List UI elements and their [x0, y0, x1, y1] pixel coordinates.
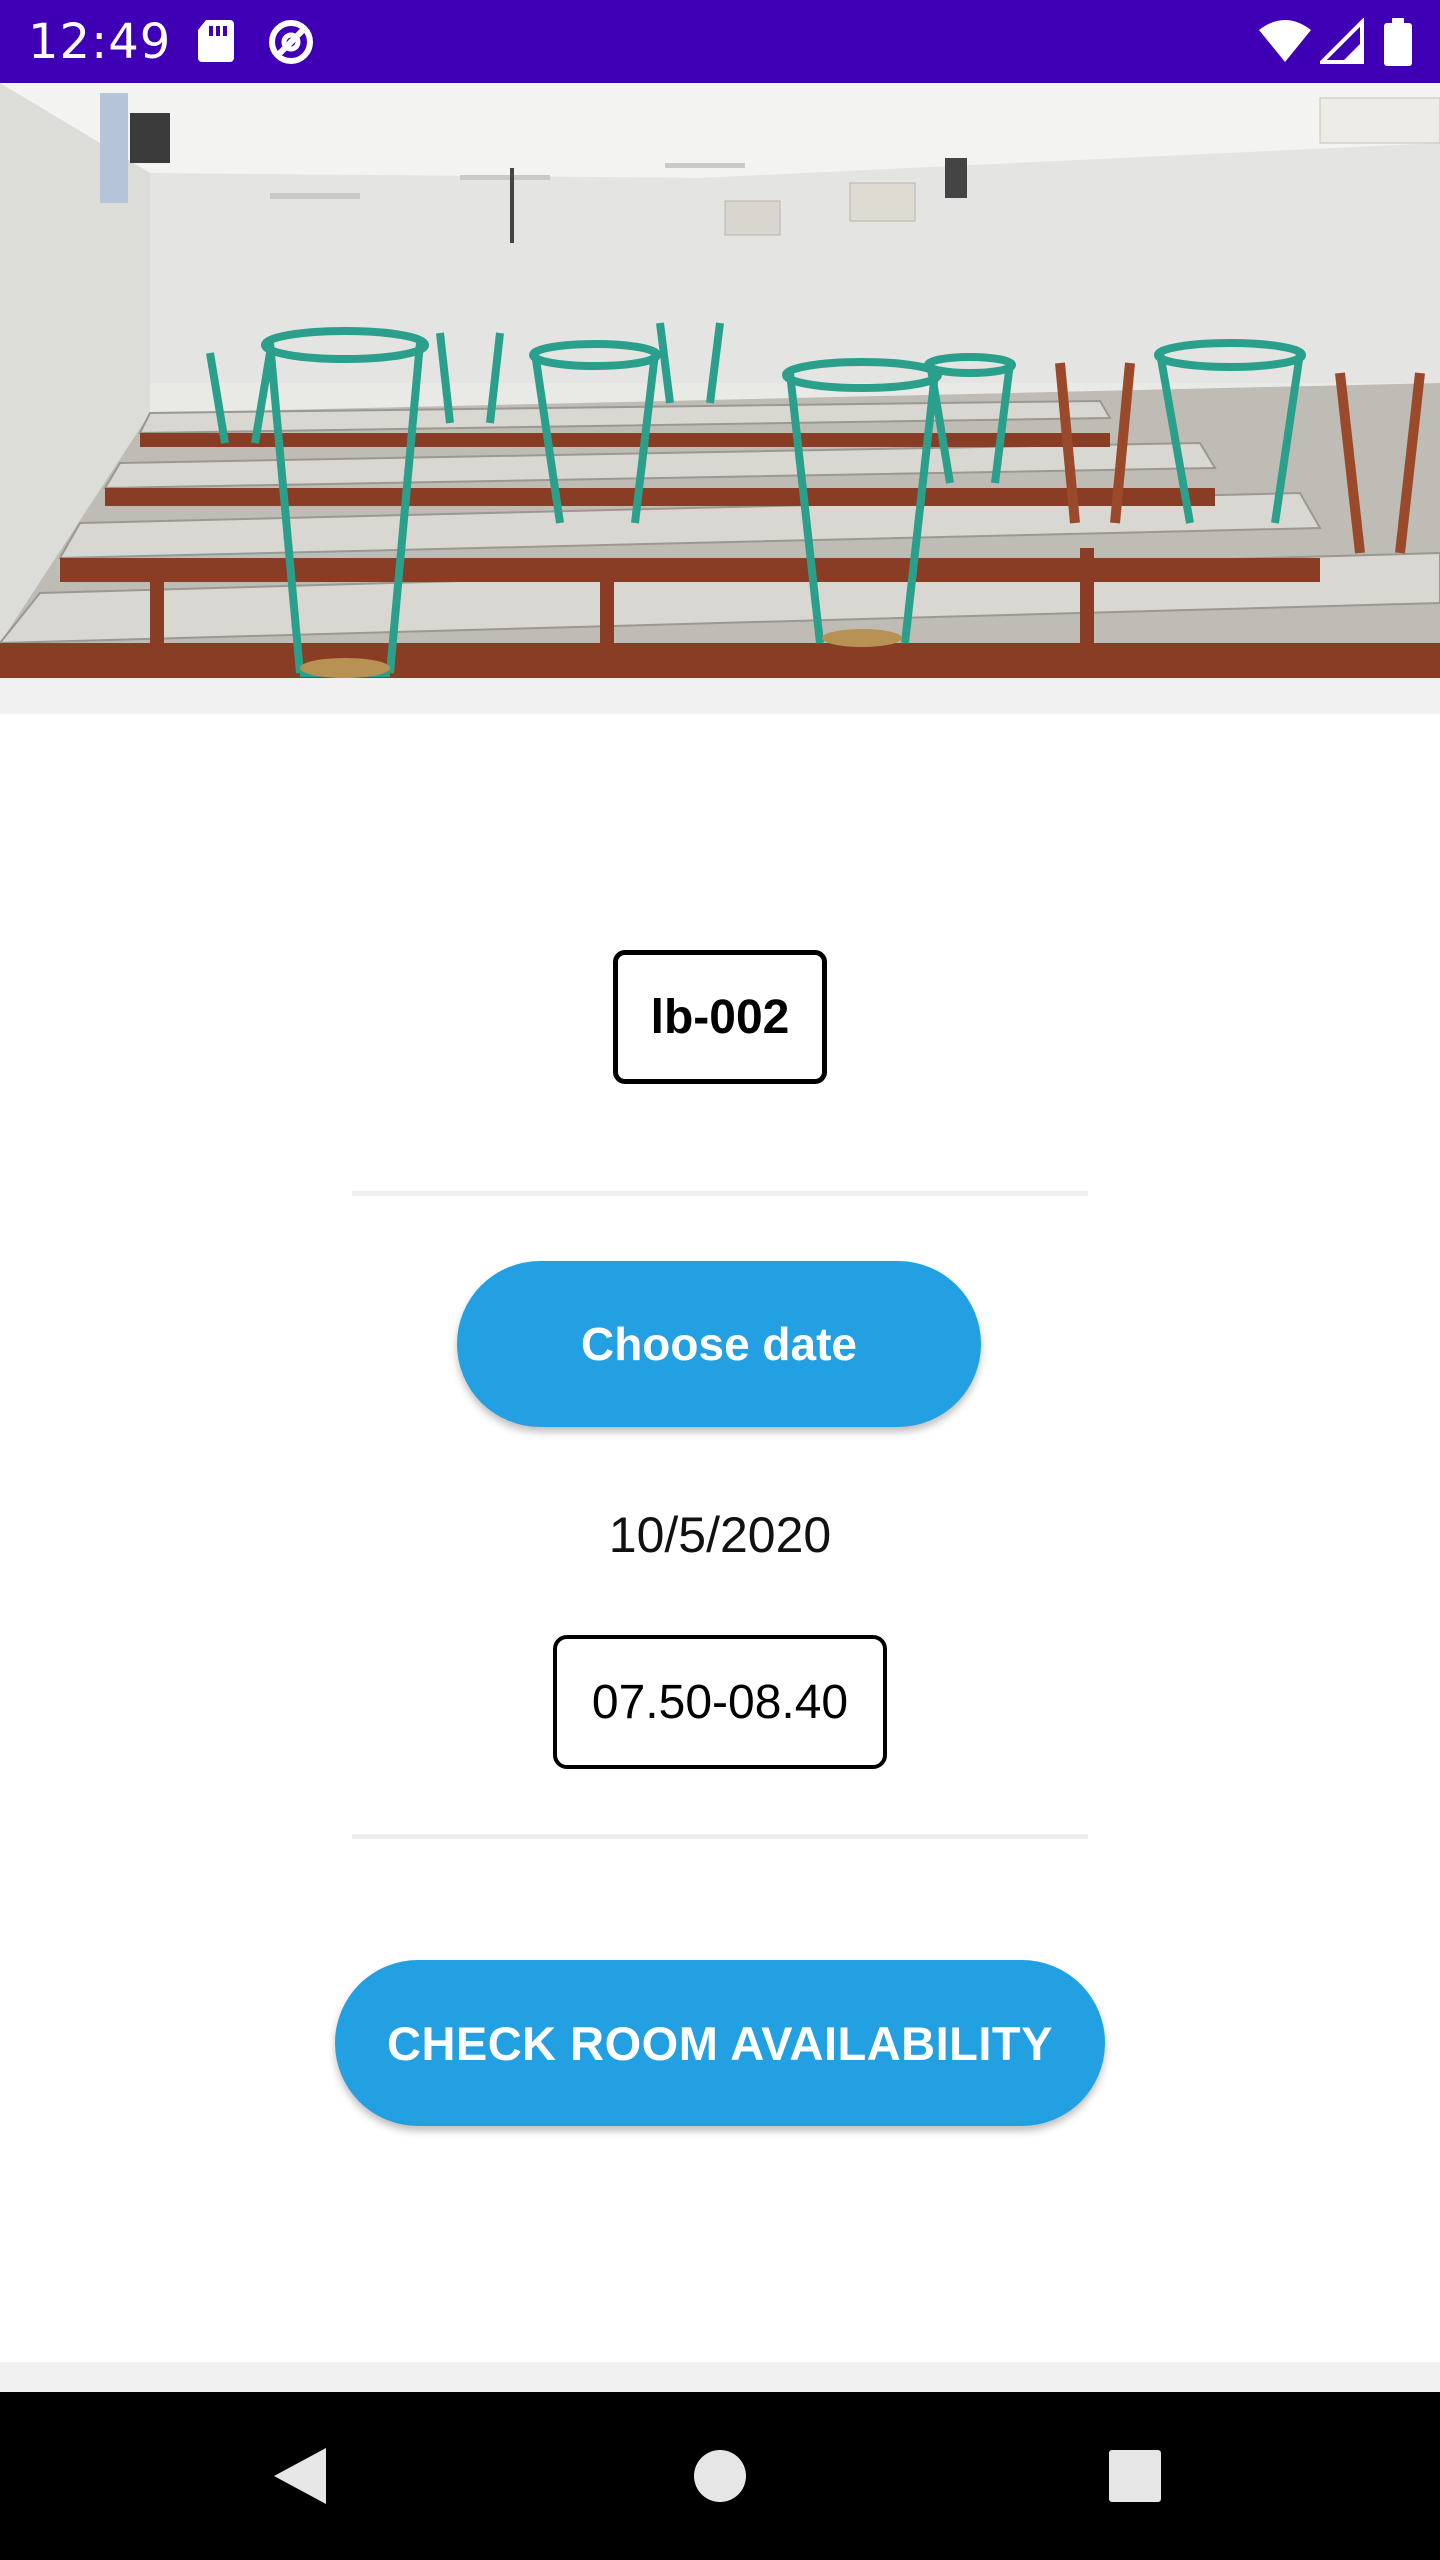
- recents-button[interactable]: [1055, 2392, 1215, 2560]
- back-button[interactable]: [220, 2392, 380, 2560]
- data-saver-icon: [269, 20, 313, 64]
- divider: [352, 1834, 1088, 1839]
- hero-separator: [0, 678, 1440, 714]
- navigation-bar: [0, 2392, 1440, 2560]
- home-button[interactable]: [640, 2392, 800, 2560]
- status-bar: 12:49: [0, 0, 1440, 83]
- bottom-separator: [0, 2362, 1440, 2392]
- home-icon: [694, 2450, 746, 2502]
- room-booking-screen: 12:49 lb-002 Choose date 10/5/2020 07.50…: [0, 0, 1440, 2560]
- cell-signal-icon: [1320, 18, 1364, 64]
- room-photo: [0, 83, 1440, 678]
- status-time: 12:49: [28, 14, 172, 70]
- divider: [352, 1191, 1088, 1196]
- sd-card-icon: [198, 20, 234, 62]
- back-icon: [274, 2448, 326, 2504]
- battery-icon: [1384, 18, 1412, 66]
- time-slot-selector[interactable]: 07.50-08.40: [553, 1635, 887, 1769]
- selected-date: 10/5/2020: [608, 1507, 832, 1563]
- choose-date-button[interactable]: Choose date: [457, 1261, 981, 1427]
- recents-icon: [1109, 2450, 1161, 2502]
- wifi-icon: [1259, 20, 1311, 62]
- check-room-availability-button[interactable]: CHECK ROOM AVAILABILITY: [335, 1960, 1105, 2126]
- room-code: lb-002: [613, 950, 827, 1084]
